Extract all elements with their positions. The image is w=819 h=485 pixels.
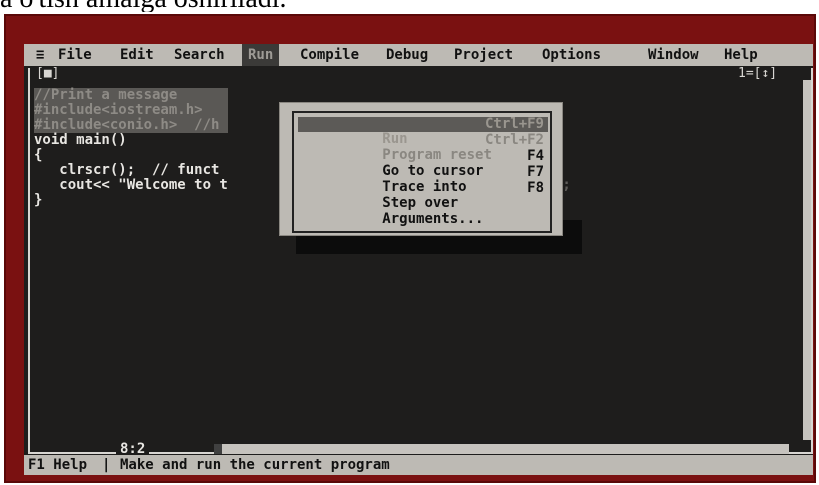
menu-bar: ≡ File Edit Search Run Compile Debug Pro… [24, 44, 813, 66]
run-menu-item-run[interactable]: Run Ctrl+F9 [298, 116, 548, 147]
shortcut-label: F7 [527, 164, 544, 180]
status-message: Make and run the current program [120, 457, 390, 473]
code-line: } [34, 192, 43, 208]
menu-options[interactable]: Options [542, 44, 601, 66]
shortcut-label: F4 [527, 148, 544, 164]
horizontal-scrollbar[interactable] [214, 444, 789, 454]
f1-help-hint[interactable]: F1 Help [28, 455, 87, 475]
code-line: { [34, 147, 43, 163]
shortcut-label: Ctrl+F9 [484, 116, 544, 132]
shortcut-label: F8 [527, 180, 544, 196]
menu-edit[interactable]: Edit [120, 44, 154, 66]
code-line: cout<< "Welcome to t [34, 177, 228, 193]
run-menu-item-go-to-cursor[interactable]: Go to cursor F4 [298, 148, 548, 179]
menu-run[interactable]: Run [242, 44, 280, 66]
close-box-icon[interactable]: [■] [36, 67, 59, 80]
run-menu: Run Ctrl+F9 Program reset Ctrl+F2 Go to cu… [279, 102, 563, 236]
cursor-position: 8:2 [116, 442, 150, 456]
menu-debug[interactable]: Debug [386, 44, 428, 66]
code-line: //Print a message [34, 88, 228, 103]
menu-search[interactable]: Search [174, 44, 225, 66]
window-number-indicator[interactable]: 1=[↕] [738, 67, 777, 80]
run-menu-item-arguments[interactable]: Arguments... [298, 197, 548, 227]
run-menu-item-trace-into[interactable]: Trace into F7 [298, 164, 548, 195]
code-line: #include<iostream.h> [34, 103, 228, 118]
status-divider: | [102, 457, 111, 473]
scroll-thumb[interactable] [214, 444, 222, 454]
menu-window[interactable]: Window [648, 44, 699, 66]
code-area[interactable]: //Print a message #include<iostream.h> #… [34, 88, 228, 208]
picture-frame: ≡ File Edit Search Run Compile Debug Pro… [4, 14, 816, 483]
run-menu-box: Run Ctrl+F9 Program reset Ctrl+F2 Go to cu… [292, 111, 552, 233]
menu-project[interactable]: Project [454, 44, 513, 66]
status-bar: F1 Help | Make and run the current program [24, 455, 813, 475]
vertical-scrollbar[interactable] [803, 80, 811, 440]
caption-text: a o'tish amalga oshiriladi. [0, 0, 819, 12]
menu-compile[interactable]: Compile [300, 44, 359, 66]
run-menu-item-program-reset[interactable]: Program reset Ctrl+F2 [298, 132, 548, 163]
system-menu-icon[interactable]: ≡ [36, 44, 44, 66]
code-line: void main() [34, 132, 127, 148]
menu-file[interactable]: File [58, 44, 92, 66]
menu-help[interactable]: Help [724, 44, 758, 66]
ide-screen: ≡ File Edit Search Run Compile Debug Pro… [24, 44, 813, 475]
run-menu-item-step-over[interactable]: Step over F8 [298, 180, 548, 211]
code-line: #include<conio.h> //h [34, 118, 228, 133]
shortcut-label: Ctrl+F2 [484, 132, 544, 148]
code-line: clrscr(); // funct [34, 162, 220, 178]
